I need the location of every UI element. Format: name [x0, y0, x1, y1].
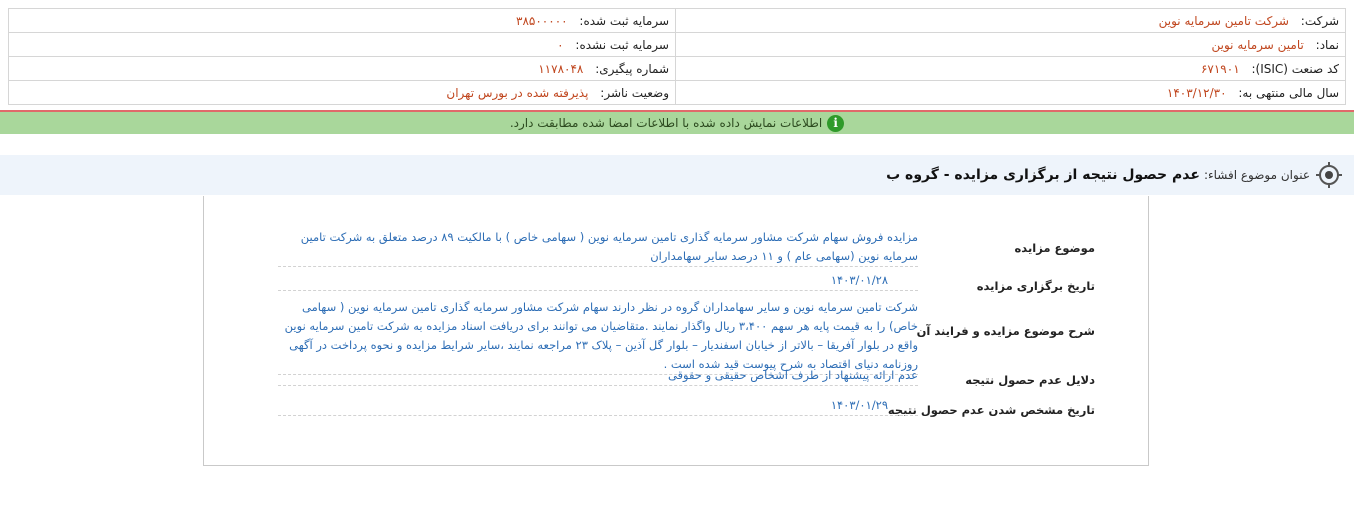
unreg-capital-value: ۰ — [557, 37, 564, 52]
detail-label: شرح موضوع مزایده و فرایند آن — [916, 324, 1095, 338]
detail-value: ۱۴۰۳/۰۱/۲۸ — [830, 273, 888, 287]
tracking-cell: شماره پیگیری: ۱۱۷۸۰۴۸ — [8, 56, 676, 81]
detail-value: شرکت تامین سرمایه نوین و سایر سهامداران … — [278, 298, 918, 375]
isic-value: ۶۷۱۹۰۱ — [1200, 61, 1240, 76]
detail-label: تاریخ مشخص شدن عدم حصول نتیجه — [887, 403, 1095, 417]
verification-notice: i اطلاعات نمایش داده شده با اطلاعات امضا… — [0, 110, 1354, 134]
isic-label: کد صنعت (ISIC): — [1251, 61, 1339, 76]
symbol-cell: نماد: تامین سرمایه نوین — [675, 32, 1346, 57]
detail-value: عدم ارائه پیشنهاد از طرف اشخاص حقیقی و ح… — [278, 366, 918, 386]
detail-label: موضوع مزایده — [1014, 241, 1095, 255]
info-row: نماد: تامین سرمایه نوین سرمایه ثبت نشده:… — [8, 32, 1346, 57]
publisher-status-value: پذیرفته شده در بورس تهران — [446, 85, 589, 100]
tracking-value: ۱۱۷۸۰۴۸ — [538, 61, 584, 76]
company-info-table: شرکت: شرکت تامین سرمایه نوین سرمایه ثبت … — [8, 8, 1346, 105]
fiscal-cell: سال مالی منتهی به: ۱۴۰۳/۱۲/۳۰ — [675, 80, 1346, 105]
isic-cell: کد صنعت (ISIC): ۶۷۱۹۰۱ — [675, 56, 1346, 81]
detail-value: مزایده فروش سهام شرکت مشاور سرمایه گذاری… — [278, 228, 918, 267]
company-cell: شرکت: شرکت تامین سرمایه نوین — [675, 8, 1346, 33]
detail-label: تاریخ برگزاری مزایده — [976, 279, 1095, 293]
fiscal-label: سال مالی منتهی به: — [1238, 85, 1339, 100]
details-panel: موضوع مزایده مزایده فروش سهام شرکت مشاور… — [203, 196, 1149, 466]
detail-value: ۱۴۰۳/۰۱/۲۹ — [830, 398, 888, 412]
reg-capital-label: سرمایه ثبت شده: — [579, 13, 669, 28]
detail-value-wrap: ۱۴۰۳/۰۱/۲۸ — [278, 271, 918, 291]
detail-value-wrap: ۱۴۰۳/۰۱/۲۹ — [278, 396, 918, 416]
publisher-status-cell: وضعیت ناشر: پذیرفته شده در بورس تهران — [8, 80, 676, 105]
reg-capital-value: ۳۸۵۰۰۰۰۰ — [516, 13, 568, 28]
publisher-status-label: وضعیت ناشر: — [600, 85, 669, 100]
info-row: سال مالی منتهی به: ۱۴۰۳/۱۲/۳۰ وضعیت ناشر… — [8, 80, 1346, 105]
fiscal-value: ۱۴۰۳/۱۲/۳۰ — [1166, 85, 1227, 100]
tracking-label: شماره پیگیری: — [595, 61, 669, 76]
reg-capital-cell: سرمایه ثبت شده: ۳۸۵۰۰۰۰۰ — [8, 8, 676, 33]
subject-label: عنوان موضوع افشاء: — [1203, 168, 1310, 182]
unreg-capital-label: سرمایه ثبت نشده: — [575, 37, 669, 52]
target-icon — [1316, 162, 1342, 188]
symbol-label: نماد: — [1315, 37, 1339, 52]
info-row: شرکت: شرکت تامین سرمایه نوین سرمایه ثبت … — [8, 8, 1346, 33]
subject-bar: عنوان موضوع افشاء: عدم حصول نتیجه از برگ… — [0, 155, 1354, 195]
symbol-value: تامین سرمایه نوین — [1211, 37, 1304, 52]
company-value: شرکت تامین سرمایه نوین — [1158, 13, 1289, 28]
unreg-capital-cell: سرمایه ثبت نشده: ۰ — [8, 32, 676, 57]
notice-text: اطلاعات نمایش داده شده با اطلاعات امضا ش… — [509, 116, 823, 130]
company-label: شرکت: — [1300, 13, 1339, 28]
info-row: کد صنعت (ISIC): ۶۷۱۹۰۱ شماره پیگیری: ۱۱۷… — [8, 56, 1346, 81]
subject-title: عدم حصول نتیجه از برگزاری مزایده - گروه … — [886, 167, 1200, 183]
info-icon: i — [827, 114, 845, 132]
detail-label: دلایل عدم حصول نتیجه — [965, 373, 1095, 387]
